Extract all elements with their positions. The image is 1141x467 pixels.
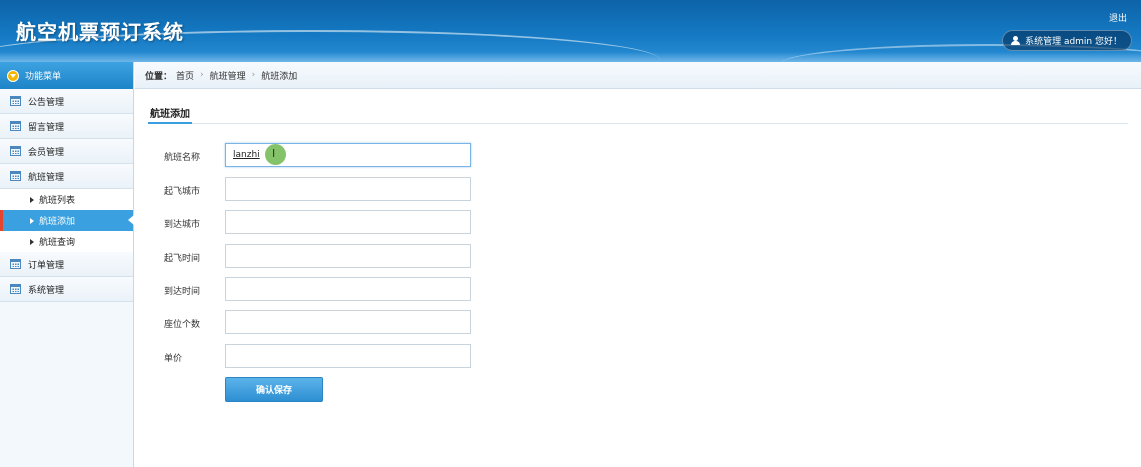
- sidebar: 功能菜单 公告管理 留言管理 会员管理 航班管理 航班列表 航班添加 航班查询 …: [0, 62, 134, 467]
- field-label: 单价: [164, 354, 183, 364]
- form-row-seat-count: 座位个数: [164, 310, 484, 334]
- tab-flight-add[interactable]: 航班添加: [148, 100, 192, 124]
- calendar-icon: [10, 146, 21, 156]
- sidebar-item-label: 会员管理: [28, 147, 65, 158]
- sidebar-item-label: 订单管理: [28, 260, 65, 271]
- field-label: 到达时间: [164, 287, 201, 297]
- caret-right-icon: [30, 238, 34, 245]
- field-label: 起飞城市: [164, 187, 201, 197]
- form-row-arrival-time: 到达时间: [164, 277, 484, 301]
- save-button[interactable]: 确认保存: [225, 377, 323, 402]
- submenu-item-flight-list[interactable]: 航班列表: [0, 189, 133, 210]
- sidebar-item-label: 系统管理: [28, 285, 65, 296]
- submenu-item-label: 航班添加: [39, 217, 76, 227]
- sidebar-item-label: 航班管理: [28, 172, 65, 183]
- sidebar-item-members[interactable]: 会员管理: [0, 139, 133, 164]
- field-label: 航班名称: [164, 153, 201, 163]
- form-row-departure-city: 起飞城市: [164, 177, 484, 201]
- logout-link[interactable]: 退出: [1109, 11, 1127, 24]
- calendar-icon: [10, 284, 21, 294]
- submenu-item-label: 航班查询: [39, 238, 76, 248]
- calendar-icon: [10, 96, 21, 106]
- user-icon: [1011, 36, 1021, 45]
- sidebar-item-flights[interactable]: 航班管理: [0, 164, 133, 189]
- calendar-icon: [10, 171, 21, 181]
- caret-right-icon: [30, 196, 34, 203]
- field-label: 到达城市: [164, 220, 201, 230]
- tab-bar: 航班添加: [148, 100, 1128, 124]
- field-label: 起飞时间: [164, 254, 201, 264]
- seat-count-input[interactable]: [225, 310, 471, 334]
- departure-time-input[interactable]: [225, 244, 471, 268]
- sidebar-item-messages[interactable]: 留言管理: [0, 114, 133, 139]
- sidebar-item-label: 留言管理: [28, 122, 65, 133]
- sidebar-item-announcements[interactable]: 公告管理: [0, 89, 133, 114]
- calendar-icon: [10, 259, 21, 269]
- arrival-time-input[interactable]: [225, 277, 471, 301]
- header-glow-decoration: [0, 52, 1141, 62]
- breadcrumb: 位置： 首页 › 航班管理 › 航班添加: [135, 62, 1141, 89]
- arrival-city-input[interactable]: [225, 210, 471, 234]
- mouse-cursor-icon: [265, 144, 286, 165]
- sidebar-item-label: 公告管理: [28, 97, 65, 108]
- sidebar-item-orders[interactable]: 订单管理: [0, 252, 133, 277]
- price-input[interactable]: [225, 344, 471, 368]
- breadcrumb-home[interactable]: 首页: [176, 69, 194, 82]
- breadcrumb-current: 航班添加: [261, 71, 298, 82]
- form-row-arrival-city: 到达城市: [164, 210, 484, 234]
- flight-name-input[interactable]: [225, 143, 471, 167]
- breadcrumb-prefix: 位置：: [145, 71, 173, 82]
- calendar-icon: [10, 121, 21, 131]
- departure-city-input[interactable]: [225, 177, 471, 201]
- breadcrumb-separator: ›: [251, 70, 256, 80]
- menu-toggle-icon[interactable]: [7, 69, 19, 82]
- field-label: 座位个数: [164, 320, 201, 330]
- form-row-flight-name: 航班名称: [164, 143, 484, 167]
- sidebar-title: 功能菜单: [25, 72, 62, 82]
- user-greeting: 系统管理 admin 您好！: [1025, 37, 1122, 47]
- submenu-item-flight-add[interactable]: 航班添加: [0, 210, 134, 231]
- app-header: 航空机票预订系统 退出 系统管理 admin 您好！: [0, 0, 1141, 62]
- breadcrumb-separator: ›: [200, 70, 204, 80]
- sidebar-item-system[interactable]: 系统管理: [0, 277, 133, 302]
- user-badge: 系统管理 admin 您好！: [1002, 30, 1132, 51]
- submenu-item-label: 航班列表: [39, 196, 76, 206]
- breadcrumb-flights[interactable]: 航班管理: [210, 69, 246, 82]
- form-row-price: 单价: [164, 344, 484, 368]
- sidebar-header[interactable]: 功能菜单: [0, 62, 133, 89]
- app-title: 航空机票预订系统: [16, 20, 184, 44]
- form-row-departure-time: 起飞时间: [164, 244, 484, 268]
- submenu-item-flight-search[interactable]: 航班查询: [0, 231, 133, 252]
- caret-right-icon: [30, 217, 34, 224]
- flight-submenu: 航班列表 航班添加 航班查询: [0, 189, 134, 252]
